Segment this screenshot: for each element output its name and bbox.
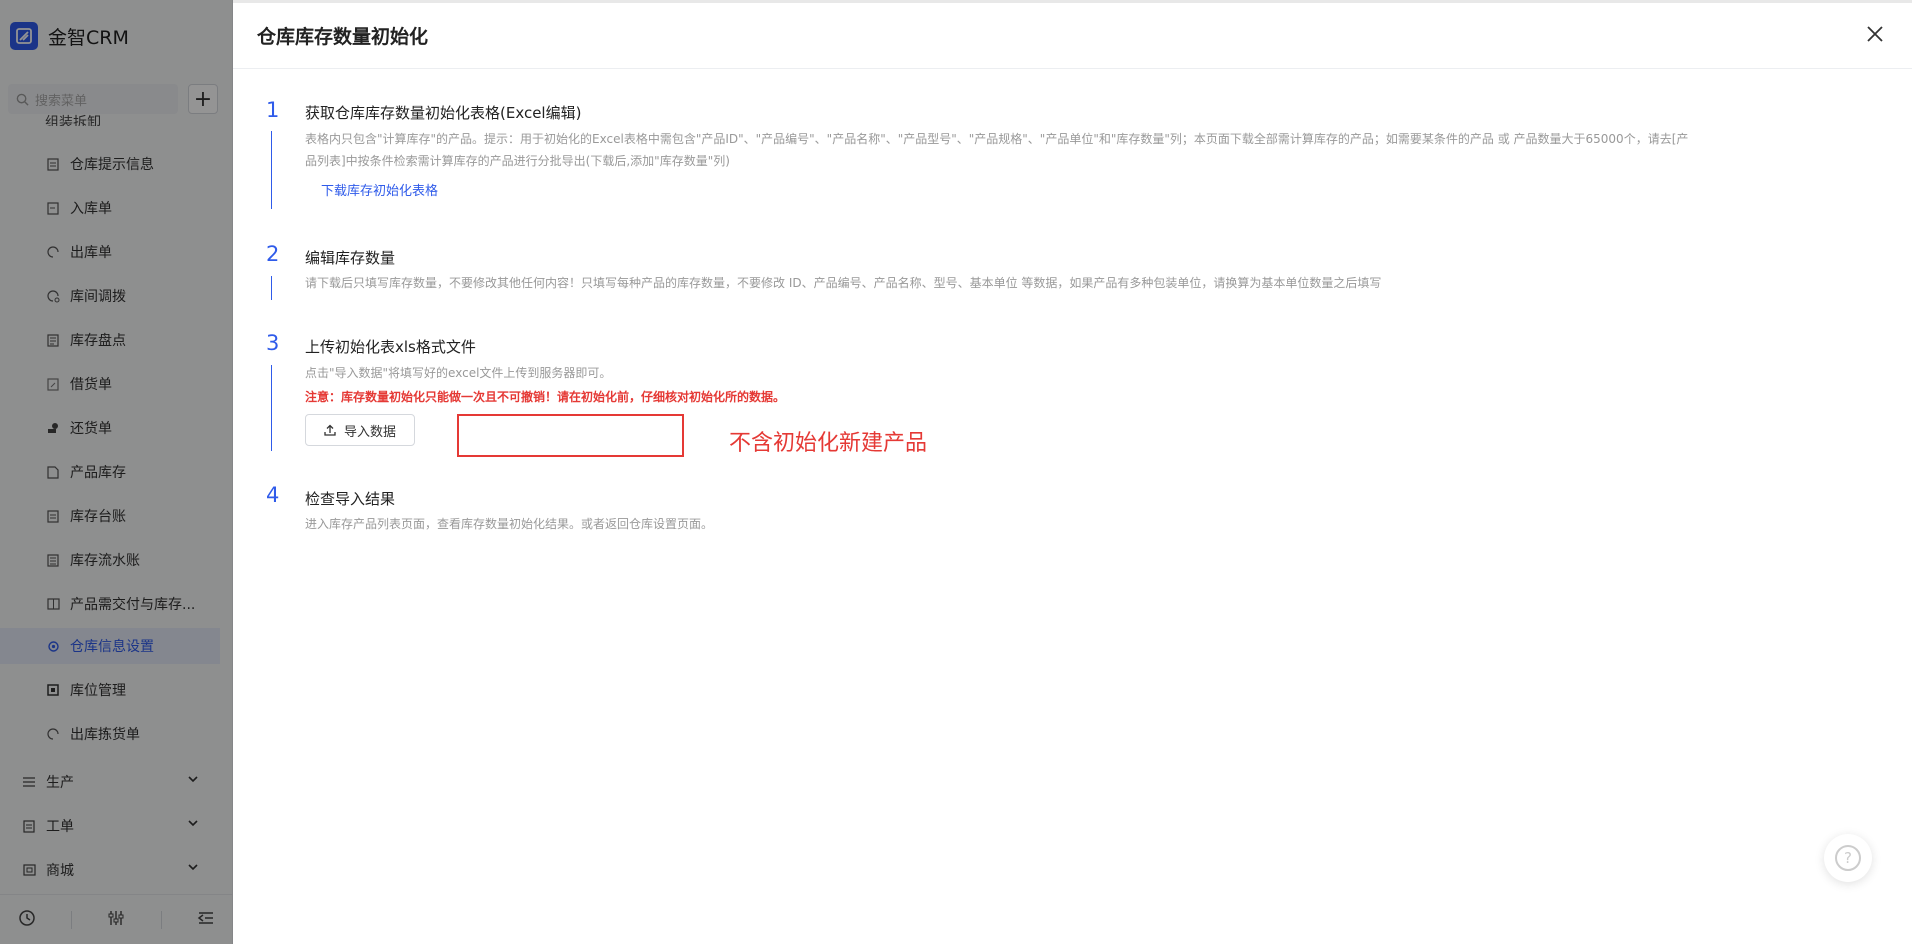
step-description: 请下载后只填写库存数量，不要修改其他任何内容！只填写每种产品的库存数量，不要修改… xyxy=(305,276,1382,290)
modal-overlay[interactable] xyxy=(0,0,233,944)
drawer-title: 仓库库存数量初始化 xyxy=(257,26,429,48)
import-data-label: 导入数据 xyxy=(343,424,396,440)
upload-icon xyxy=(324,424,336,436)
drawer-header: 仓库库存数量初始化 xyxy=(233,3,1912,69)
step-title: 编辑库存数量 xyxy=(305,249,396,267)
download-template-link[interactable]: 下载库存初始化表格 xyxy=(321,180,438,199)
step-title: 获取仓库库存数量初始化表格(Excel编辑) xyxy=(305,104,582,122)
help-icon: ? xyxy=(1835,845,1861,871)
annotation-box xyxy=(457,414,684,457)
warning-text: 注意：库存数量初始化只能做一次且不可撤销！请在初始化前，仔细核对初始化所的数据。 xyxy=(305,390,786,404)
step-number: 1 xyxy=(266,98,280,122)
step-connector xyxy=(271,365,272,451)
annotation-text: 不含初始化新建产品 xyxy=(729,431,928,456)
step-title: 检查导入结果 xyxy=(305,490,396,508)
step-description: 品列表]中按条件检索需计算库存的产品进行分批导出(下载后,添加"库存数量"列) xyxy=(305,154,730,168)
close-icon xyxy=(1867,26,1883,42)
import-data-button[interactable]: 导入数据 xyxy=(305,414,415,446)
step-title: 上传初始化表xls格式文件 xyxy=(305,338,476,356)
step-number: 3 xyxy=(266,331,280,355)
step-connector xyxy=(271,131,272,209)
step-description: 表格内只包含"计算库存"的产品。提示：用于初始化的Excel表格中需包含"产品I… xyxy=(305,132,1689,146)
step-description: 点击"导入数据"将填写好的excel文件上传到服务器即可。 xyxy=(305,366,612,380)
close-button[interactable] xyxy=(1864,23,1886,45)
drawer: 仓库库存数量初始化 1 获取仓库库存数量初始化表格(Excel编辑) 表格内只包… xyxy=(233,0,1912,944)
help-button[interactable]: ? xyxy=(1824,834,1872,882)
step-description: 进入库存产品列表页面，查看库存数量初始化结果。或者返回仓库设置页面。 xyxy=(305,517,714,531)
step-connector xyxy=(271,276,272,300)
step-number: 4 xyxy=(266,483,280,507)
svg-text:?: ? xyxy=(1844,849,1852,867)
step-number: 2 xyxy=(266,242,280,266)
